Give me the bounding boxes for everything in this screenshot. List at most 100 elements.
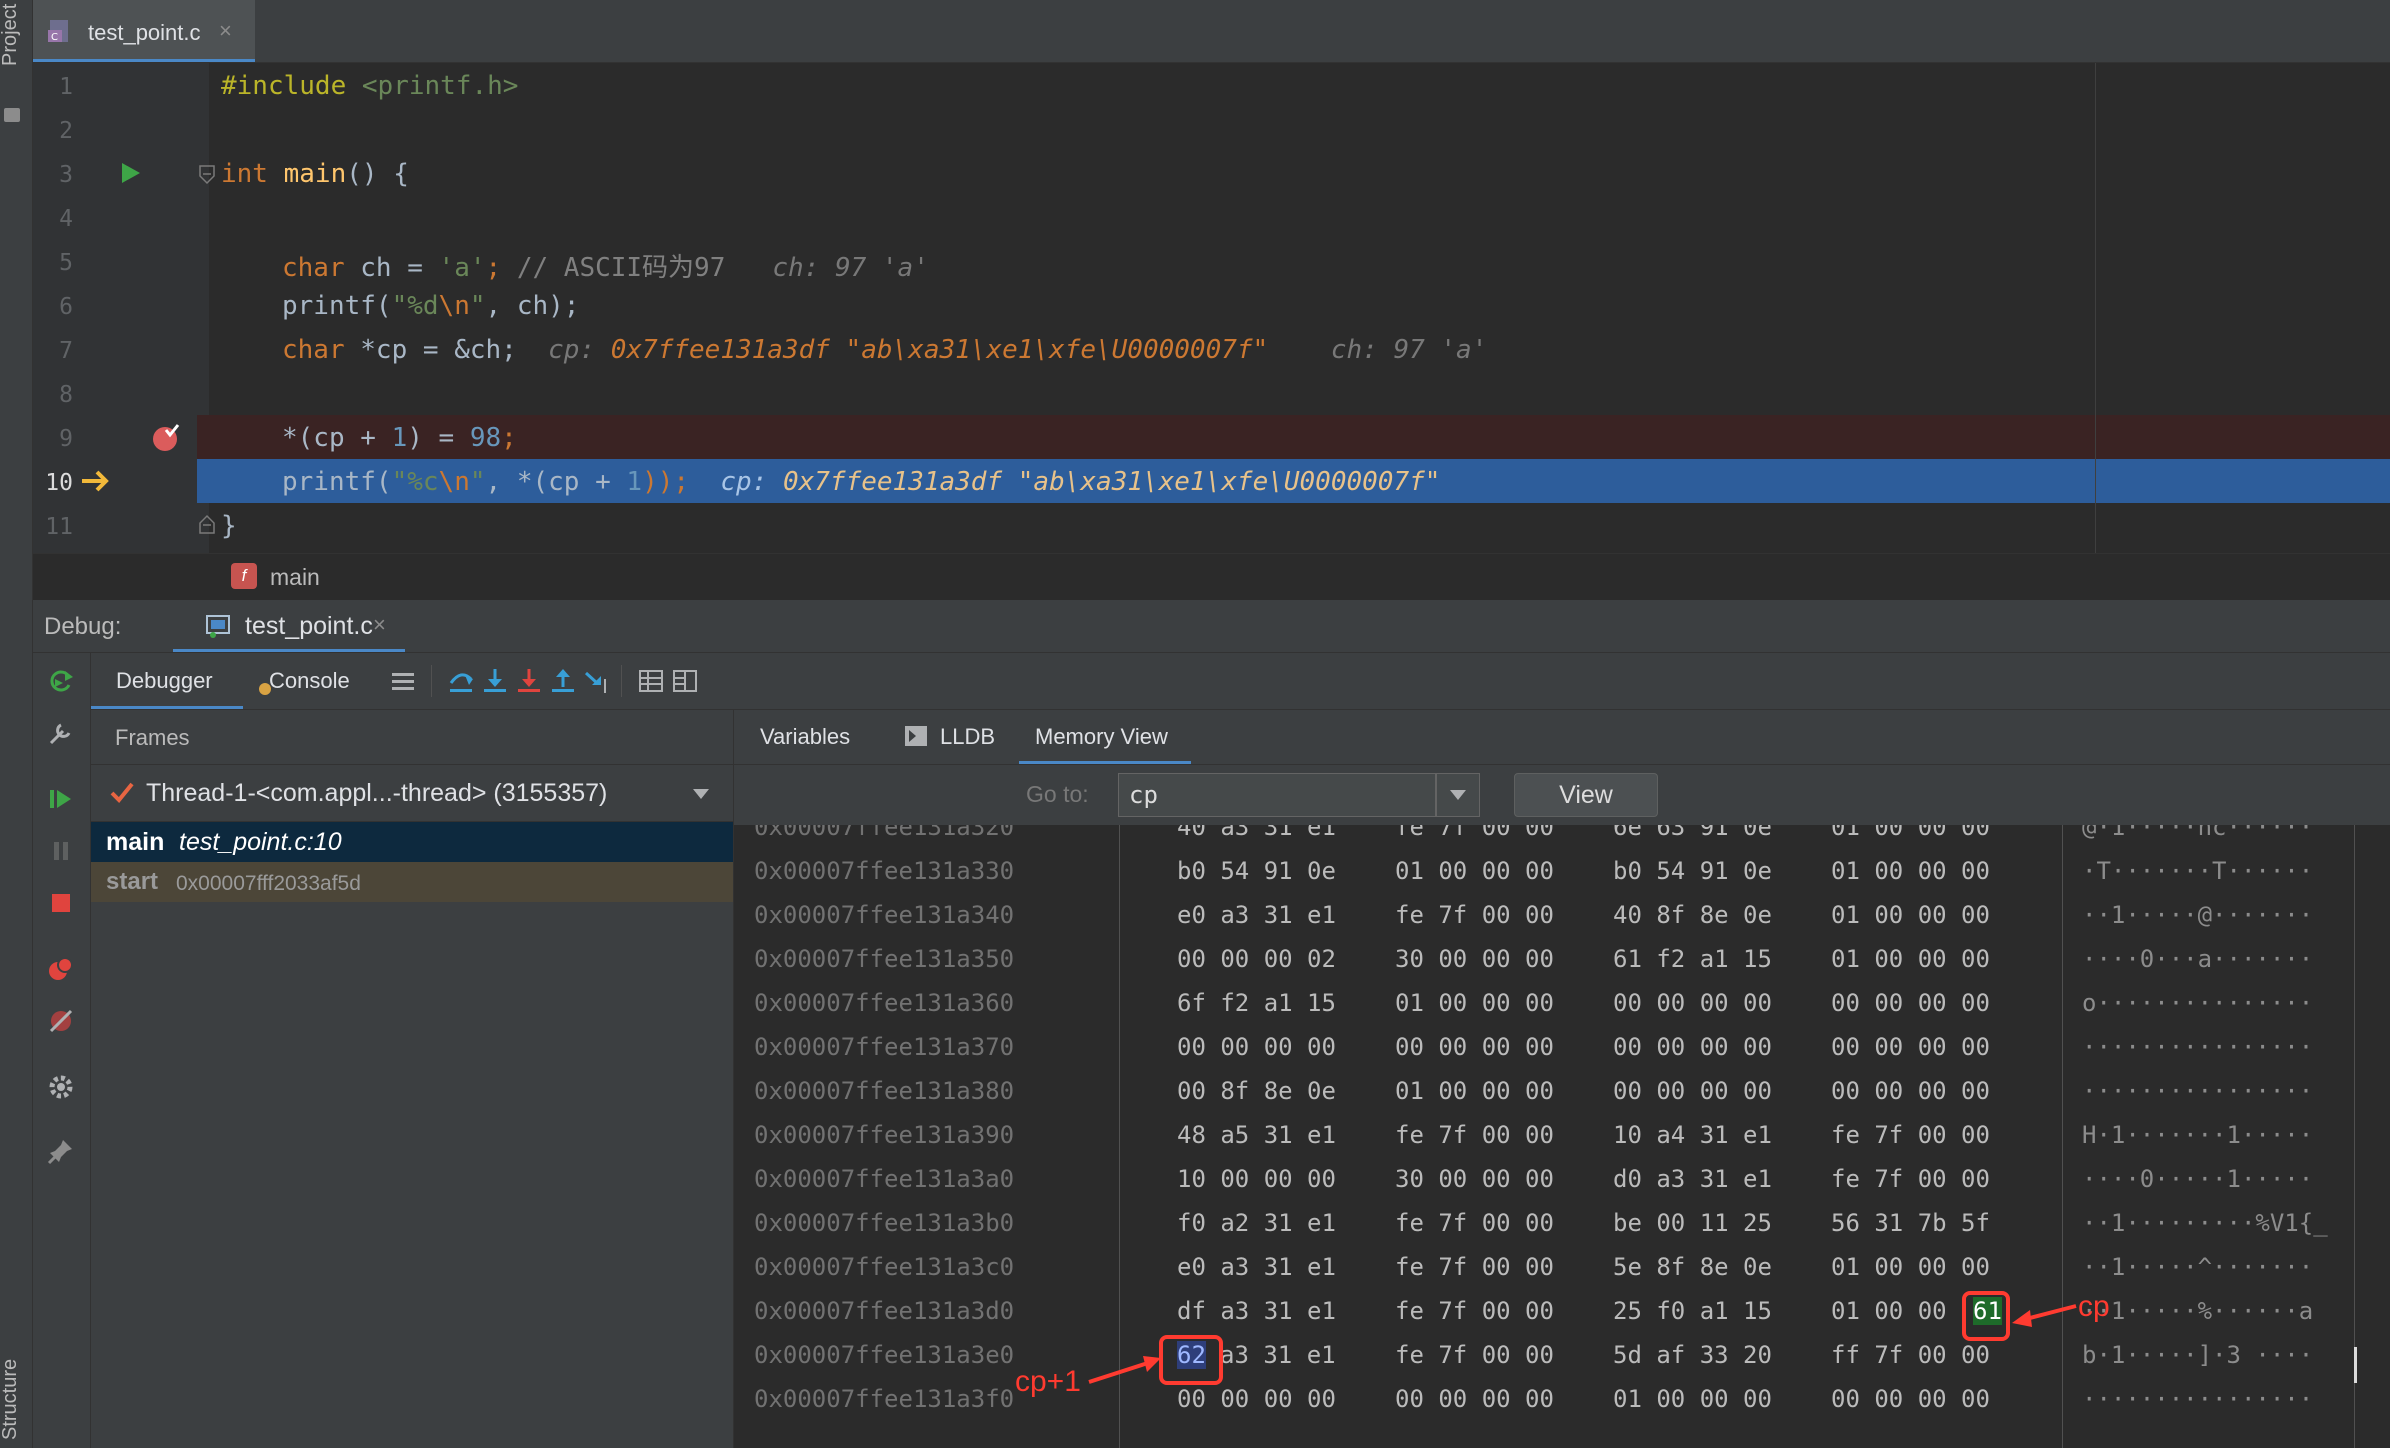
structure-tool-button[interactable]: Structure <box>0 1359 22 1440</box>
thread-selector[interactable]: Thread-1-<com.appl...-thread> (3155357) <box>91 765 733 822</box>
memory-bytes: 00 00 00 00 <box>1831 1033 1990 1061</box>
pause-icon[interactable] <box>47 837 75 865</box>
preprocessor-directive: #include <box>221 71 347 101</box>
frame-item-main[interactable]: main test_point.c:10 <box>91 822 733 862</box>
frame-item-start[interactable]: start 0x00007fff2033af5d <box>91 862 733 902</box>
layout-icon[interactable] <box>671 667 699 695</box>
goto-bar: Go to: cp View <box>734 765 2390 825</box>
step-out-icon[interactable] <box>549 667 577 695</box>
evaluate-expression-icon[interactable] <box>637 667 665 695</box>
memory-row: 0x00007ffee131a330 b0 54 91 0e 01 00 00 … <box>734 851 2390 895</box>
chevron-down-icon <box>1450 790 1466 800</box>
tab-debugger[interactable]: Debugger <box>91 653 243 709</box>
memory-bytes: b0 54 91 0e <box>1177 857 1336 885</box>
breakpoint-icon[interactable] <box>150 422 182 454</box>
tab-lldb[interactable]: LLDB <box>904 710 1014 764</box>
c-file-icon: C <box>48 20 68 43</box>
memory-ascii: ·T·······T······ <box>2082 857 2314 885</box>
memory-bytes: fe 7f 00 00 <box>1831 1165 1990 1193</box>
memory-bytes: 00 00 00 00 <box>1395 1033 1554 1061</box>
view-breakpoints-icon[interactable] <box>47 955 75 983</box>
memory-ascii: ····0···a······· <box>2082 945 2314 973</box>
memory-bytes: 40 8f 8e 0e <box>1613 901 1772 929</box>
memory-bytes: 30 00 00 00 <box>1395 1165 1554 1193</box>
thread-label: Thread-1-<com.appl...-thread> (3155357) <box>146 779 608 807</box>
memory-ascii: ··1·····@······· <box>2082 901 2314 929</box>
goto-address-input[interactable]: cp <box>1118 773 1436 817</box>
memory-bytes: 01 00 00 00 <box>1831 901 1990 929</box>
memory-dump[interactable]: 0x00007ffee131a320 40 a3 31 e1 fe 7f 00 … <box>734 825 2390 1448</box>
line-number: 6 <box>59 294 73 320</box>
frames-header: Frames <box>91 710 733 765</box>
toolbar-separator <box>431 665 432 697</box>
code-line-7: char *cp = &ch; cp: 0x7ffee131a3df "ab\x… <box>282 335 1487 365</box>
memory-bytes: 25 f0 a1 15 <box>1613 1297 1772 1325</box>
memory-ascii: ················ <box>2082 1077 2314 1105</box>
view-button[interactable]: View <box>1514 773 1658 817</box>
memory-address: 0x00007ffee131a3c0 <box>754 1253 1015 1281</box>
memory-bytes: 48 a5 31 e1 <box>1177 1121 1336 1149</box>
stop-icon[interactable] <box>47 889 75 917</box>
chevron-down-icon[interactable] <box>691 787 711 801</box>
toolbar-separator <box>621 665 622 697</box>
goto-input-value: cp <box>1129 781 1158 809</box>
memory-bytes: 61 f2 a1 15 <box>1613 945 1772 973</box>
memory-bytes: b0 54 91 0e <box>1613 857 1772 885</box>
step-over-icon[interactable] <box>447 667 475 695</box>
memory-ascii: H·1·······1····· <box>2082 1121 2314 1149</box>
tab-console[interactable]: Console <box>251 653 371 709</box>
line-number: 7 <box>59 338 73 364</box>
string-literal: " <box>469 467 486 497</box>
memory-bytes: fe 7f 00 00 <box>1395 825 1554 841</box>
code-line-3: int main() { <box>221 159 409 189</box>
line-number: 4 <box>59 206 73 232</box>
code-text: *(cp + <box>282 423 392 453</box>
tab-lldb-label: LLDB <box>940 724 996 749</box>
debug-tab-close-icon[interactable]: × <box>373 612 386 638</box>
breadcrumb-item-main[interactable]: main <box>270 564 320 591</box>
tab-variables[interactable]: Variables <box>734 710 850 764</box>
line-number: 3 <box>59 162 73 188</box>
annotation-label-cp-plus-1: cp+1 <box>1015 1365 1081 1398</box>
gear-icon[interactable] <box>47 1073 75 1101</box>
code-text: ch = <box>344 253 439 283</box>
debug-config-icon <box>206 615 230 638</box>
code-text: printf( <box>282 467 392 497</box>
run-gutter-icon[interactable] <box>120 161 142 185</box>
editor-tab-bar: C test_point.c × <box>33 0 2390 63</box>
step-into-icon[interactable] <box>481 667 509 695</box>
memory-ascii: ··1·····%······a <box>2082 1297 2314 1325</box>
memory-bytes: 01 00 00 00 <box>1831 857 1990 885</box>
memory-bytes: d0 a3 31 e1 <box>1613 1165 1772 1193</box>
force-step-into-icon[interactable] <box>515 667 543 695</box>
annotation-arrow-cp-plus-1 <box>1088 1356 1161 1384</box>
number-literal: 1 <box>391 423 408 453</box>
tab-close-icon[interactable]: × <box>219 18 232 44</box>
memory-row: 0x00007ffee131a3f0 00 00 00 00 00 00 00 … <box>734 1379 2390 1423</box>
escape-sequence: \n <box>438 467 470 497</box>
resume-icon[interactable] <box>47 785 75 813</box>
show-execution-point-icon[interactable] <box>389 667 417 695</box>
mute-breakpoints-icon[interactable] <box>47 1007 75 1035</box>
settings-wrench-icon[interactable] <box>47 719 75 747</box>
memory-bytes: 40 a3 31 e1 <box>1177 825 1336 841</box>
memory-ascii: ··1·········%V1{_ <box>2082 1209 2328 1237</box>
rerun-icon[interactable] <box>47 667 75 695</box>
goto-history-dropdown[interactable] <box>1436 773 1480 817</box>
memory-ascii: ··1·····^······· <box>2082 1253 2314 1281</box>
memory-bytes: 01 00 00 00 <box>1831 825 1990 841</box>
debug-session-tab[interactable]: test_point.c × <box>173 600 405 652</box>
line-number: 8 <box>59 382 73 408</box>
run-to-cursor-icon[interactable] <box>583 667 611 695</box>
memory-bytes: 30 00 00 00 <box>1395 945 1554 973</box>
pin-icon[interactable] <box>47 1137 75 1165</box>
folder-icon <box>4 108 20 122</box>
tab-memory-view[interactable]: Memory View <box>1019 710 1191 764</box>
editor-tab-test-point-c[interactable]: C test_point.c × <box>33 0 255 62</box>
memory-bytes: df a3 31 e1 <box>1177 1297 1336 1325</box>
memory-bytes: 00 00 00 00 <box>1177 1385 1336 1413</box>
memory-ascii: o··············· <box>2082 989 2314 1017</box>
memory-address: 0x00007ffee131a340 <box>754 901 1015 929</box>
project-tool-button[interactable]: Project <box>0 4 22 66</box>
code-text: )); <box>642 467 690 497</box>
